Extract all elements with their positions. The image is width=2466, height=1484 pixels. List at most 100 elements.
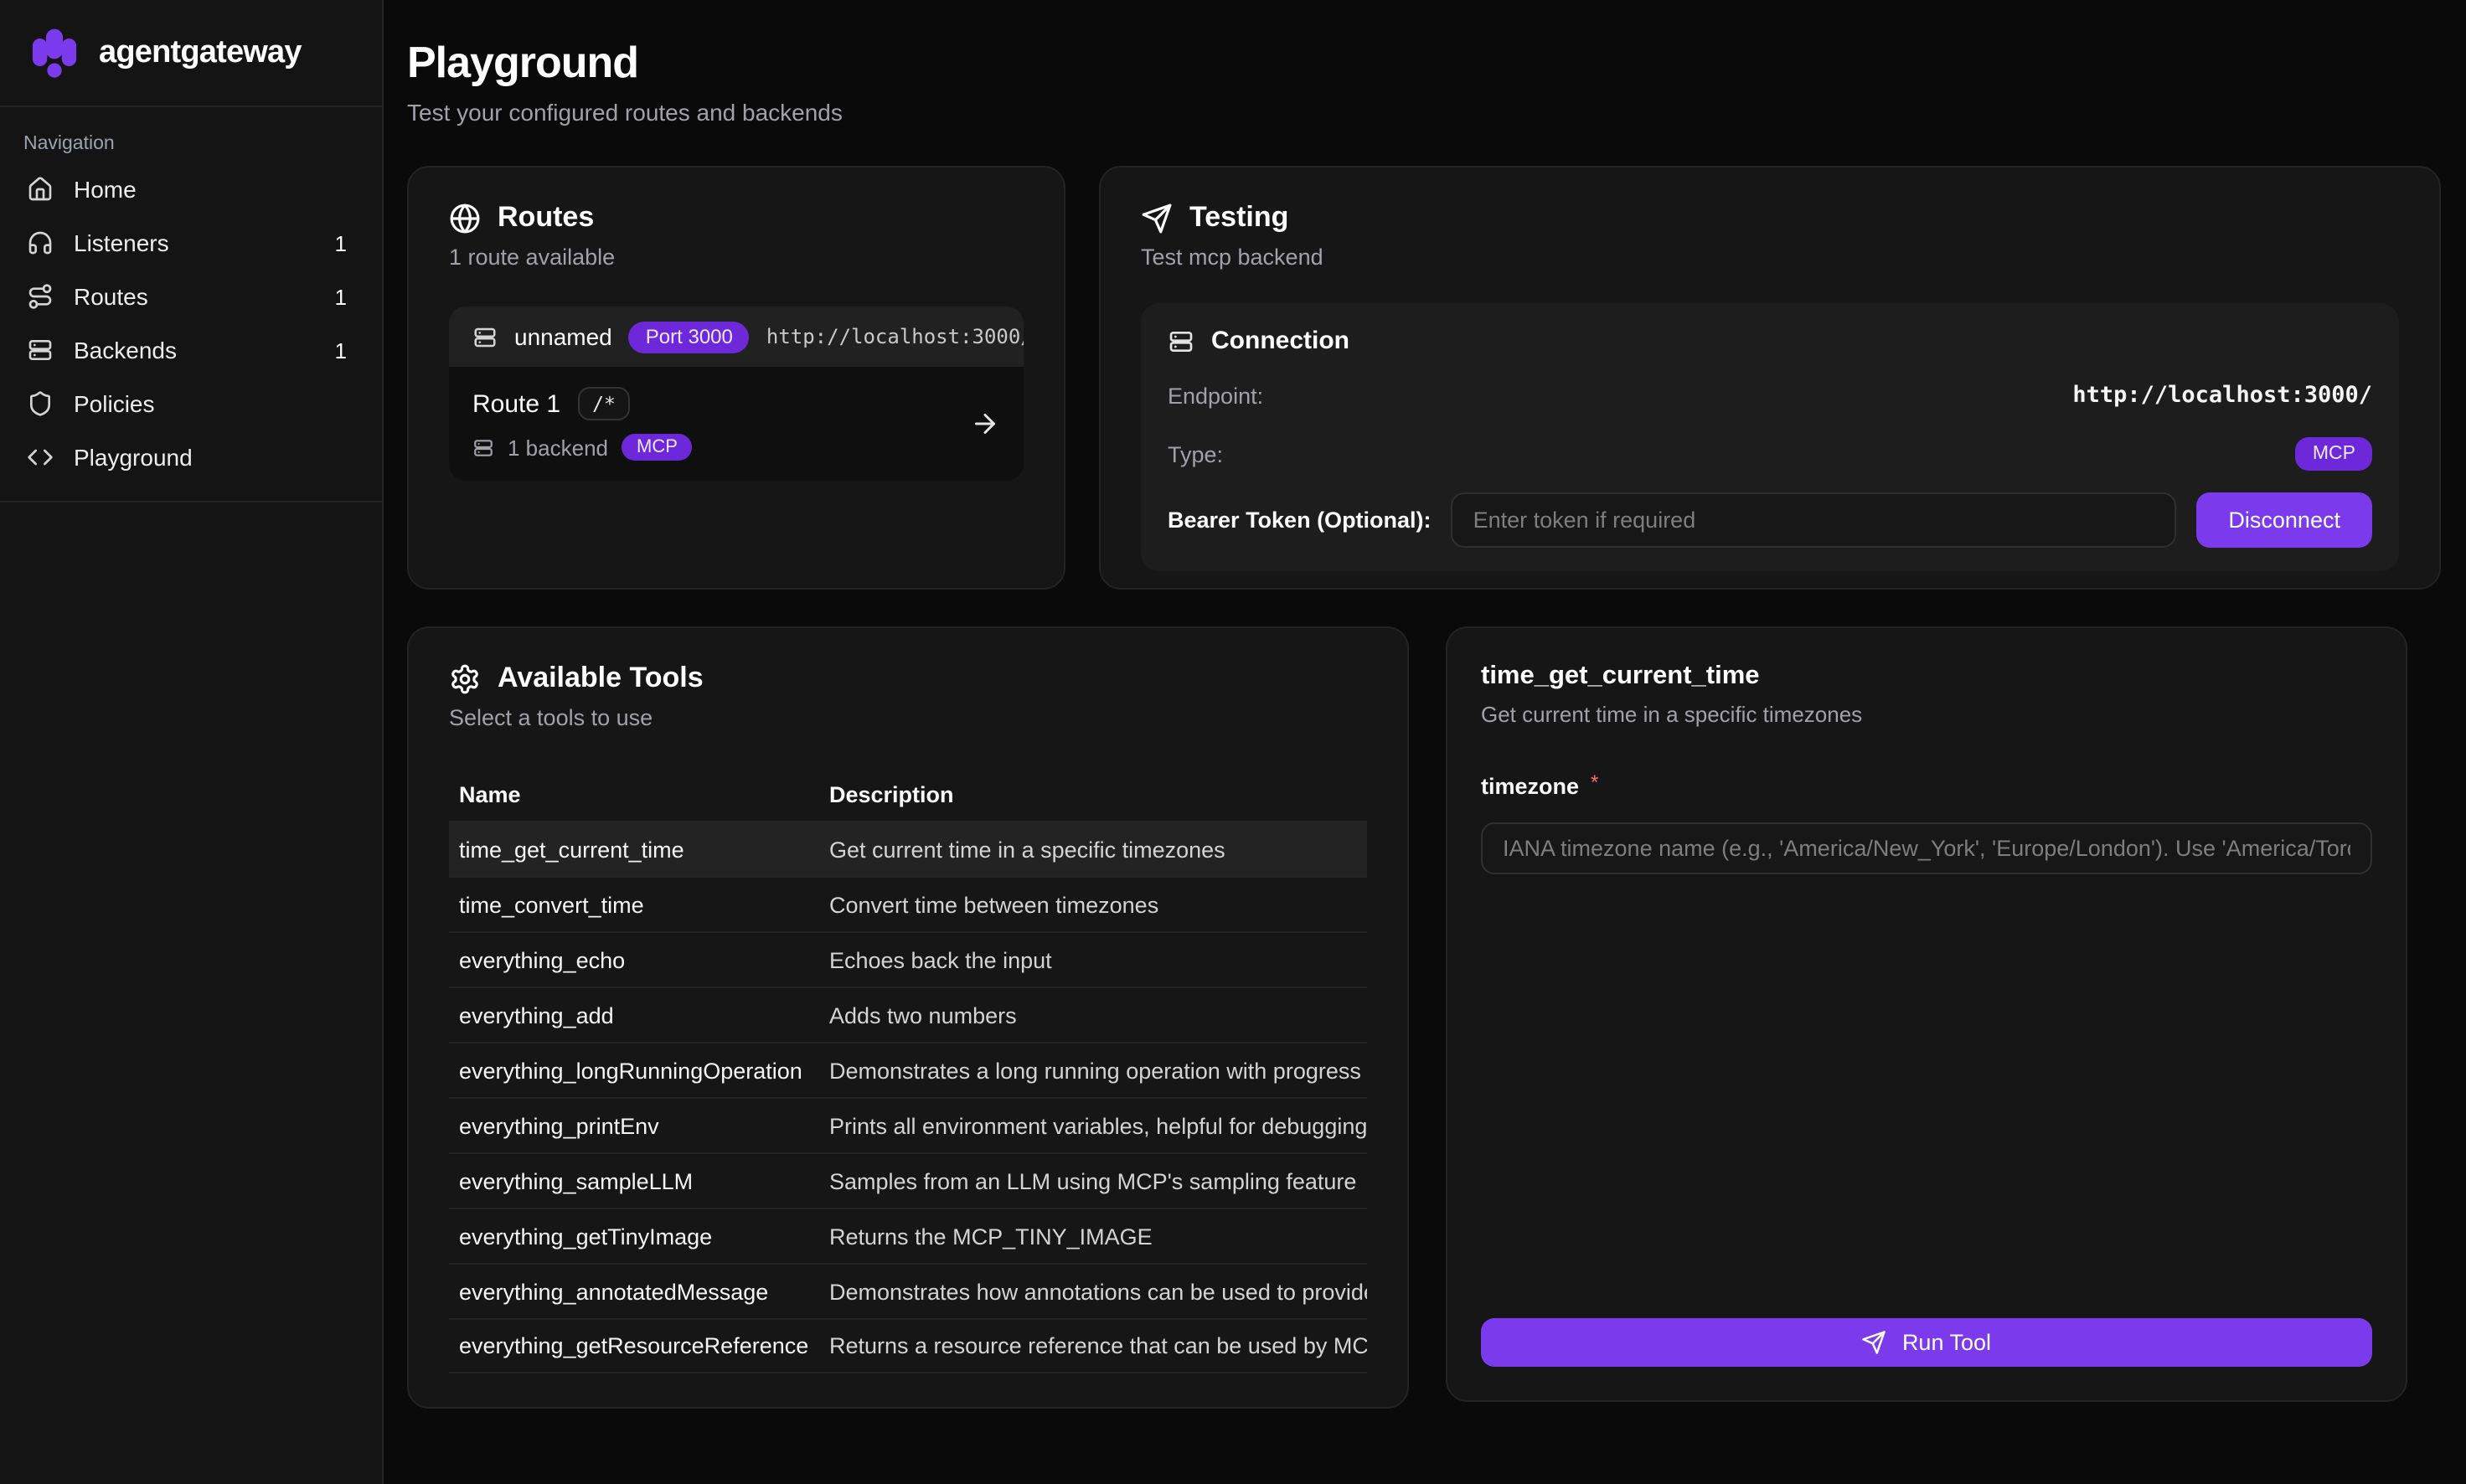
bearer-token-input[interactable] bbox=[1452, 492, 2177, 548]
nav-section-label: Navigation bbox=[0, 107, 382, 164]
endpoint-value: http://localhost:3000/ bbox=[2072, 382, 2372, 409]
table-row[interactable]: everything_getTinyImage Returns the MCP_… bbox=[449, 1208, 1367, 1263]
tool-description: Convert time between timezones bbox=[829, 892, 1367, 917]
table-row[interactable]: everything_sampleLLM Samples from an LLM… bbox=[449, 1152, 1367, 1208]
route-backend-count: 1 backend bbox=[508, 435, 608, 460]
tool-run-panel: time_get_current_time Get current time i… bbox=[1446, 626, 2407, 1402]
type-badge: MCP bbox=[2296, 437, 2372, 471]
sidebar-item-listeners[interactable]: Listeners 1 bbox=[13, 218, 369, 268]
table-row[interactable]: everything_getResourceReference Returns … bbox=[449, 1318, 1367, 1373]
column-header-description: Description bbox=[829, 781, 1367, 806]
tool-name: everything_annotatedMessage bbox=[449, 1279, 829, 1304]
listener-url: http://localhost:3000/ bbox=[766, 325, 1024, 348]
tool-description: Prints all environment variables, helpfu… bbox=[829, 1113, 1367, 1138]
sidebar: agentgateway Navigation Home Listeners 1 bbox=[0, 0, 384, 1484]
app-window: agentgateway Navigation Home Listeners 1 bbox=[0, 0, 2466, 1484]
server-icon bbox=[27, 337, 54, 363]
tool-name: everything_longRunningOperation bbox=[449, 1058, 829, 1083]
sidebar-divider bbox=[0, 501, 382, 502]
tool-description: Returns a resource reference that can be… bbox=[829, 1333, 1367, 1358]
tools-card-subtitle: Select a tools to use bbox=[449, 705, 1367, 730]
brand: agentgateway bbox=[0, 0, 382, 107]
tool-panel-subtitle: Get current time in a specific timezones bbox=[1481, 702, 2372, 727]
server-icon bbox=[1168, 327, 1194, 354]
table-row[interactable]: everything_printEnv Prints all environme… bbox=[449, 1097, 1367, 1152]
tool-description: Samples from an LLM using MCP's sampling… bbox=[829, 1168, 1367, 1193]
listener-row: unnamed Port 3000 http://localhost:3000/ bbox=[449, 307, 1024, 367]
timezone-input[interactable] bbox=[1481, 822, 2372, 874]
tool-name: time_get_current_time bbox=[449, 837, 829, 862]
main-content: Playground Test your configured routes a… bbox=[384, 0, 2466, 1484]
code-icon bbox=[27, 444, 54, 471]
sidebar-item-label: Playground bbox=[74, 444, 193, 471]
send-icon bbox=[1862, 1330, 1887, 1355]
headphones-icon bbox=[27, 229, 54, 256]
routes-card: Routes 1 route available unnamed Port 30… bbox=[407, 166, 1065, 590]
table-row[interactable]: everything_longRunningOperation Demonstr… bbox=[449, 1042, 1367, 1097]
route-name: Route 1 bbox=[472, 389, 560, 418]
tool-description: Demonstrates how annotations can be used… bbox=[829, 1279, 1367, 1304]
tool-name: everything_sampleLLM bbox=[449, 1168, 829, 1193]
tools-table-header: Name Description bbox=[449, 767, 1367, 821]
bearer-token-label: Bearer Token (Optional): bbox=[1168, 508, 1432, 533]
endpoint-label: Endpoint: bbox=[1168, 383, 1263, 408]
sidebar-nav: Home Listeners 1 Routes 1 bbox=[0, 164, 382, 482]
gear-icon bbox=[449, 662, 481, 694]
connection-card: Connection Endpoint: http://localhost:30… bbox=[1141, 303, 2399, 571]
tool-description: Returns the MCP_TINY_IMAGE bbox=[829, 1224, 1367, 1249]
listener-card: unnamed Port 3000 http://localhost:3000/… bbox=[449, 307, 1024, 481]
server-icon bbox=[472, 436, 494, 458]
testing-card: Testing Test mcp backend Connection Endp… bbox=[1099, 166, 2441, 590]
page-subtitle: Test your configured routes and backends bbox=[407, 99, 2441, 126]
routes-card-title: Routes bbox=[498, 201, 594, 234]
tool-name: everything_getResourceReference bbox=[449, 1333, 829, 1358]
sidebar-item-playground[interactable]: Playground bbox=[13, 432, 369, 482]
tool-description: Demonstrates a long running operation wi… bbox=[829, 1058, 1367, 1083]
arrow-right-icon[interactable] bbox=[970, 409, 1000, 439]
connection-title: Connection bbox=[1211, 327, 1349, 355]
home-icon bbox=[27, 176, 54, 203]
sidebar-item-backends[interactable]: Backends 1 bbox=[13, 325, 369, 375]
table-row[interactable]: everything_add Adds two numbers bbox=[449, 987, 1367, 1042]
listener-name: unnamed bbox=[514, 323, 612, 350]
tools-table: Name Description time_get_current_time G… bbox=[449, 767, 1367, 1373]
table-row[interactable]: everything_annotatedMessage Demonstrates… bbox=[449, 1263, 1367, 1318]
sidebar-item-count: 1 bbox=[335, 338, 355, 363]
tool-description: Echoes back the input bbox=[829, 947, 1367, 972]
required-marker: * bbox=[1591, 770, 1598, 794]
brand-name: agentgateway bbox=[99, 34, 302, 71]
tool-name: everything_add bbox=[449, 1002, 829, 1028]
table-row[interactable]: time_get_current_time Get current time i… bbox=[449, 821, 1367, 876]
route-icon bbox=[27, 283, 54, 310]
tool-name: everything_echo bbox=[449, 947, 829, 972]
sidebar-item-label: Backends bbox=[74, 337, 177, 363]
sidebar-item-routes[interactable]: Routes 1 bbox=[13, 271, 369, 322]
tools-card-title: Available Tools bbox=[498, 662, 704, 695]
route-type-badge: MCP bbox=[622, 434, 693, 461]
port-badge: Port 3000 bbox=[629, 321, 750, 353]
route-path-badge: /* bbox=[577, 387, 631, 420]
sidebar-item-count: 1 bbox=[335, 284, 355, 309]
sidebar-item-policies[interactable]: Policies bbox=[13, 379, 369, 429]
page-title: Playground bbox=[407, 37, 2441, 89]
run-tool-button[interactable]: Run Tool bbox=[1481, 1318, 2372, 1367]
tool-name: everything_getTinyImage bbox=[449, 1224, 829, 1249]
sidebar-item-count: 1 bbox=[335, 230, 355, 255]
table-row[interactable]: everything_echo Echoes back the input bbox=[449, 931, 1367, 987]
timezone-field-label: timezone bbox=[1481, 774, 1579, 799]
globe-icon bbox=[449, 202, 481, 234]
sidebar-item-home[interactable]: Home bbox=[13, 164, 369, 214]
shield-icon bbox=[27, 390, 54, 417]
disconnect-button[interactable]: Disconnect bbox=[2196, 492, 2372, 548]
run-tool-label: Run Tool bbox=[1902, 1330, 1991, 1355]
tools-table-rows: time_get_current_time Get current time i… bbox=[449, 821, 1367, 1373]
table-row[interactable]: time_convert_time Convert time between t… bbox=[449, 876, 1367, 931]
testing-card-title: Testing bbox=[1189, 201, 1288, 234]
tool-description: Adds two numbers bbox=[829, 1002, 1367, 1028]
route-row[interactable]: Route 1 /* 1 backend MCP bbox=[449, 367, 1024, 481]
tool-name: everything_printEnv bbox=[449, 1113, 829, 1138]
server-icon bbox=[472, 324, 498, 349]
tool-panel-title: time_get_current_time bbox=[1481, 662, 2372, 692]
available-tools-card: Available Tools Select a tools to use Na… bbox=[407, 626, 1409, 1409]
tool-name: time_convert_time bbox=[449, 892, 829, 917]
